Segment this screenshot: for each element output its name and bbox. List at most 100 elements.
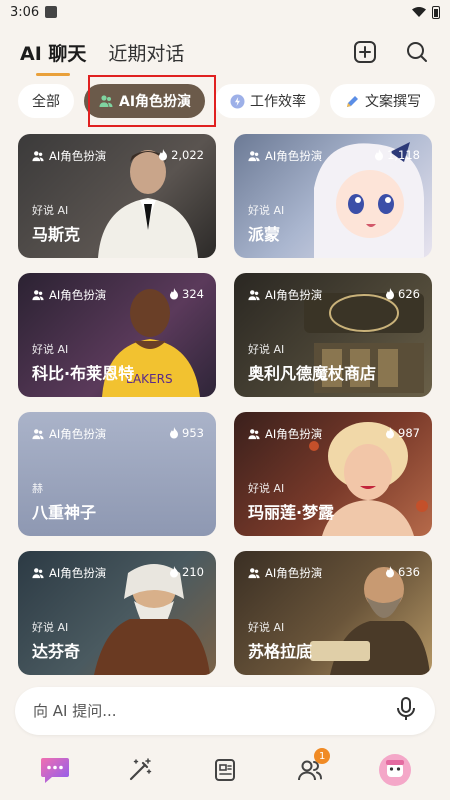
- users-icon: [98, 93, 114, 109]
- magic-wand-icon: [129, 758, 152, 781]
- card-popularity: 210: [169, 565, 204, 579]
- card-tag: AI角色扮演: [248, 565, 322, 581]
- character-card-kobe[interactable]: LAKERS AI角色扮演 324 好说 AI 科比·布莱恩特: [18, 273, 216, 397]
- card-count-value: 1,118: [387, 148, 420, 162]
- card-count-value: 987: [398, 426, 420, 440]
- status-bar: 3:06: [0, 0, 450, 24]
- character-card-musk[interactable]: AI角色扮演 2,022 好说 AI 马斯克: [18, 134, 216, 258]
- character-grid: AI角色扮演 2,022 好说 AI 马斯克 AI角色扮演 1,118 好说 A…: [18, 134, 432, 675]
- notification-badge: 1: [314, 748, 331, 764]
- fire-icon: [386, 427, 395, 439]
- fire-icon: [170, 566, 179, 578]
- chip-ai-roleplay-label: AI角色扮演: [119, 94, 192, 110]
- users-icon: [248, 290, 260, 301]
- lightning-icon: [229, 93, 245, 109]
- chip-copywriting[interactable]: 文案撰写: [330, 84, 436, 118]
- tab-recent-chats-label: 近期对话: [108, 42, 185, 65]
- ask-ai-input[interactable]: [33, 702, 395, 720]
- card-tag: AI角色扮演: [32, 148, 106, 164]
- fire-icon: [386, 566, 395, 578]
- card-tag-label: AI角色扮演: [49, 427, 107, 441]
- card-name: 奥利凡德魔杖商店: [248, 364, 377, 383]
- card-tag-label: AI角色扮演: [49, 149, 107, 163]
- tab-ai-chat[interactable]: AI 聊天: [20, 39, 87, 76]
- card-author: 好说 AI: [32, 343, 69, 356]
- nav-create[interactable]: [118, 748, 162, 792]
- card-author: 好说 AI: [32, 204, 69, 217]
- avatar: [379, 754, 412, 786]
- card-name: 八重神子: [32, 503, 97, 522]
- tab-recent-chats[interactable]: 近期对话: [108, 39, 184, 66]
- card-tag: AI角色扮演: [32, 565, 106, 581]
- card-tag-label: AI角色扮演: [265, 566, 323, 580]
- card-tag: AI角色扮演: [32, 287, 106, 303]
- users-icon: [32, 568, 44, 579]
- fire-icon: [375, 149, 384, 161]
- card-count-value: 2,022: [171, 148, 204, 162]
- chip-work-efficiency-label: 工作效率: [250, 94, 307, 110]
- header-actions: [352, 39, 430, 65]
- character-card-marilyn-monroe[interactable]: AI角色扮演 987 好说 AI 玛丽莲·梦露: [234, 412, 432, 536]
- status-left: 3:06: [10, 4, 58, 20]
- character-card-da-vinci[interactable]: AI角色扮演 210 好说 AI 达芬奇: [18, 551, 216, 675]
- chip-copywriting-label: 文案撰写: [365, 94, 422, 110]
- fire-icon: [170, 427, 179, 439]
- active-tab-indicator: [36, 72, 70, 76]
- character-card-paimon[interactable]: AI角色扮演 1,118 好说 AI 派蒙: [234, 134, 432, 258]
- card-name: 苏格拉底: [248, 642, 313, 661]
- users-icon: [248, 151, 260, 162]
- card-popularity: 324: [169, 287, 204, 301]
- card-tag: AI角色扮演: [248, 287, 322, 303]
- card-popularity: 1,118: [374, 148, 420, 162]
- fire-icon: [170, 288, 179, 300]
- card-tag: AI角色扮演: [248, 148, 322, 164]
- fire-icon: [386, 288, 395, 300]
- wifi-icon: [412, 7, 426, 17]
- status-right: [412, 5, 440, 19]
- microphone-icon[interactable]: [395, 697, 417, 725]
- card-popularity: 626: [385, 287, 420, 301]
- nav-community[interactable]: 1: [288, 748, 332, 792]
- card-tag-label: AI角色扮演: [49, 288, 107, 302]
- users-icon: [248, 568, 260, 579]
- fire-icon: [159, 149, 168, 161]
- card-popularity: 953: [169, 426, 204, 440]
- users-icon: [248, 429, 260, 440]
- chip-ai-roleplay[interactable]: AI角色扮演: [84, 84, 206, 118]
- character-card-yae-miko[interactable]: AI角色扮演 953 赫 八重神子: [18, 412, 216, 536]
- chip-all-label: 全部: [32, 94, 60, 110]
- card-tag-label: AI角色扮演: [265, 149, 323, 163]
- card-count-value: 626: [398, 287, 420, 301]
- card-author: 赫: [32, 482, 43, 495]
- card-popularity: 2,022: [158, 148, 204, 162]
- card-popularity: 987: [385, 426, 420, 440]
- character-card-ollivanders[interactable]: AI角色扮演 626 好说 AI 奥利凡德魔杖商店: [234, 273, 432, 397]
- battery-icon: [432, 5, 440, 19]
- character-card-socrates[interactable]: AI角色扮演 636 好说 AI 苏格拉底: [234, 551, 432, 675]
- chip-all[interactable]: 全部: [18, 84, 74, 118]
- nav-chat[interactable]: [33, 748, 77, 792]
- category-chips: 全部 AI角色扮演 工作效率 文案撰写: [0, 84, 450, 120]
- bottom-nav: 1: [0, 745, 450, 795]
- chat-icon: [40, 758, 69, 783]
- card-name: 马斯克: [32, 225, 81, 244]
- search-icon[interactable]: [404, 39, 430, 65]
- card-author: 好说 AI: [248, 343, 285, 356]
- status-time: 3:06: [10, 4, 40, 20]
- card-author: 好说 AI: [248, 621, 285, 634]
- card-count-value: 953: [182, 426, 204, 440]
- pen-icon: [344, 93, 360, 109]
- card-author: 好说 AI: [248, 204, 285, 217]
- nav-profile[interactable]: [373, 748, 417, 792]
- card-author: 好说 AI: [32, 621, 69, 634]
- chip-work-efficiency[interactable]: 工作效率: [215, 84, 321, 118]
- tab-ai-chat-label: AI 聊天: [20, 42, 87, 65]
- card-count-value: 324: [182, 287, 204, 301]
- card-tag: AI角色扮演: [248, 426, 322, 442]
- add-square-icon[interactable]: [352, 39, 378, 65]
- notification-icon: [45, 6, 58, 18]
- nav-news[interactable]: [203, 748, 247, 792]
- card-tag: AI角色扮演: [32, 426, 106, 442]
- users-icon: [32, 151, 44, 162]
- card-count-value: 210: [182, 565, 204, 579]
